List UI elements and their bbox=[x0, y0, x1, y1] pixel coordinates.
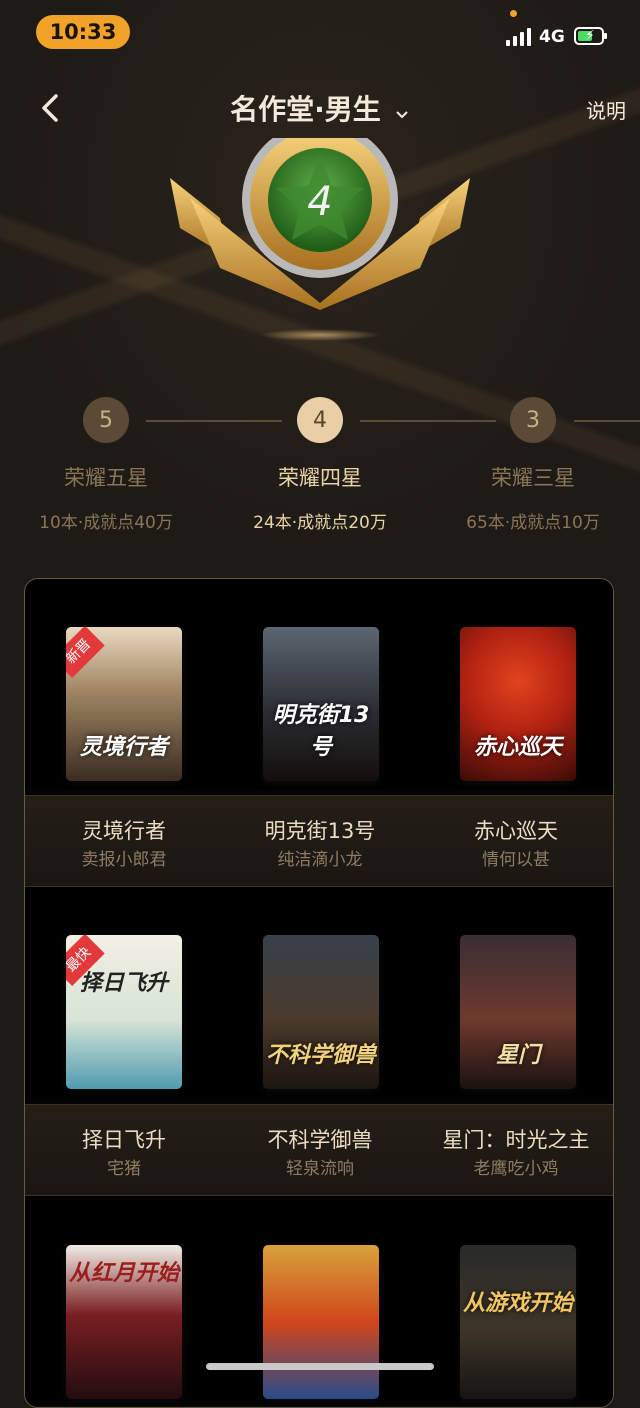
book-cover[interactable]: 最快 择日飞升 bbox=[66, 935, 182, 1089]
book-title[interactable]: 灵境行者 bbox=[26, 815, 222, 845]
level-name-3: 荣耀三星 bbox=[491, 466, 575, 490]
signal-icon bbox=[506, 28, 531, 46]
help-button[interactable]: 说明 bbox=[586, 95, 626, 124]
book-title[interactable]: 赤心巡天 bbox=[418, 815, 613, 845]
honor-star-badge-icon: 4 bbox=[170, 138, 470, 341]
new-tag: 新晋 bbox=[66, 627, 105, 678]
book-author: 卖报小郎君 bbox=[81, 850, 167, 870]
book-author: 纯洁滴小龙 bbox=[277, 850, 363, 870]
level-desc-5: 10本·成就点40万 bbox=[39, 513, 173, 533]
badge-number: 4 bbox=[307, 179, 332, 225]
cover-title: 从游戏开始 bbox=[462, 1291, 573, 1316]
book-cover[interactable]: 赤心巡天 bbox=[460, 627, 576, 781]
book-author: 宅猪 bbox=[107, 1159, 141, 1179]
level-desc-4: 24本·成就点20万 bbox=[253, 513, 387, 533]
level-circle-5[interactable]: 5 bbox=[83, 397, 129, 443]
level-connector bbox=[574, 420, 640, 422]
network-type: 4G bbox=[539, 27, 565, 47]
page-title: 名作堂·男生 bbox=[230, 93, 381, 126]
book-cover[interactable]: 新晋 灵境行者 bbox=[66, 627, 182, 781]
cover-title: 明克街13号 bbox=[272, 703, 370, 760]
book-title[interactable]: 择日飞升 bbox=[26, 1124, 222, 1154]
privacy-indicator-dot bbox=[510, 10, 517, 17]
level-name-5: 荣耀五星 bbox=[64, 466, 148, 490]
battery-icon: ⚡ bbox=[574, 27, 607, 45]
home-indicator[interactable] bbox=[206, 1363, 434, 1370]
page-title-selector[interactable]: 名作堂·男生 bbox=[0, 88, 640, 128]
cover-title: 从红月开始 bbox=[68, 1261, 179, 1286]
cover-title: 灵境行者 bbox=[79, 735, 168, 760]
book-cover[interactable]: 不科学御兽 bbox=[263, 935, 379, 1089]
level-name-4: 荣耀四星 bbox=[278, 466, 362, 490]
book-author: 情何以甚 bbox=[482, 850, 550, 870]
status-time: 10:33 bbox=[36, 15, 130, 49]
book-cover[interactable]: 明克街13号 bbox=[263, 627, 379, 781]
book-cover[interactable] bbox=[263, 1245, 379, 1399]
book-title[interactable]: 星门：时光之主 bbox=[418, 1124, 613, 1154]
book-cover[interactable]: 从游戏开始 bbox=[460, 1245, 576, 1399]
level-desc-3: 65本·成就点10万 bbox=[466, 513, 600, 533]
level-circle-4[interactable]: 4 bbox=[297, 397, 343, 443]
level-connector bbox=[146, 420, 282, 422]
level-circle-3[interactable]: 3 bbox=[510, 397, 556, 443]
level-connector bbox=[360, 420, 496, 422]
cover-title: 择日飞升 bbox=[79, 971, 168, 996]
book-title[interactable]: 明克街13号 bbox=[222, 815, 418, 845]
book-cover[interactable]: 从红月开始 bbox=[66, 1245, 182, 1399]
chevron-down-icon bbox=[396, 110, 408, 118]
book-list-panel: 新晋 灵境行者 明克街13号 赤心巡天 灵境行者 卖报小郎君 明克街13号 纯洁… bbox=[24, 578, 614, 1408]
cover-title: 星门 bbox=[495, 1043, 540, 1068]
book-title[interactable]: 不科学御兽 bbox=[222, 1124, 418, 1154]
book-author: 老鹰吃小鸡 bbox=[473, 1159, 559, 1179]
book-author: 轻泉流响 bbox=[286, 1159, 354, 1179]
cover-title: 赤心巡天 bbox=[473, 735, 562, 760]
cover-title: 不科学御兽 bbox=[265, 1043, 376, 1068]
book-cover[interactable]: 星门 bbox=[460, 935, 576, 1089]
